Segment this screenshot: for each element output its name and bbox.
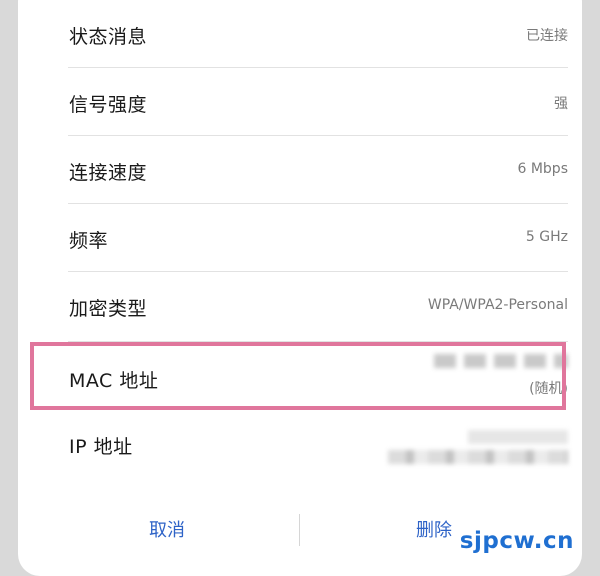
frequency-value: 5 GHz bbox=[525, 229, 568, 245]
ipv6-value-blurred bbox=[388, 450, 568, 464]
status-label: 状态消息 bbox=[69, 26, 148, 48]
speed-label: 连接速度 bbox=[69, 162, 148, 184]
row-signal-strength: 信号强度 强 bbox=[68, 68, 568, 136]
ip-label: IP 地址 bbox=[69, 436, 133, 458]
frequency-label: 频率 bbox=[69, 230, 109, 252]
ipv4-value-blurred bbox=[468, 430, 568, 444]
row-frequency: 频率 5 GHz bbox=[68, 204, 568, 272]
watermark-text: sjpcw.cn bbox=[459, 528, 574, 554]
row-ip-address: IP 地址 bbox=[68, 410, 568, 480]
status-value: 已连接 bbox=[526, 28, 568, 44]
encryption-label: 加密类型 bbox=[69, 298, 148, 320]
mac-highlight-box bbox=[30, 342, 566, 410]
row-encryption-type: 加密类型 WPA/WPA2-Personal bbox=[68, 272, 568, 342]
cancel-button[interactable]: 取消 bbox=[149, 516, 185, 542]
speed-value: 6 Mbps bbox=[517, 161, 568, 177]
actions-divider bbox=[299, 514, 300, 546]
row-link-speed: 连接速度 6 Mbps bbox=[68, 136, 568, 204]
signal-value: 强 bbox=[554, 96, 568, 112]
delete-button[interactable]: 删除 bbox=[416, 516, 452, 542]
row-status-message: 状态消息 已连接 bbox=[68, 0, 568, 68]
signal-label: 信号强度 bbox=[69, 94, 148, 116]
encryption-value: WPA/WPA2-Personal bbox=[427, 297, 568, 313]
